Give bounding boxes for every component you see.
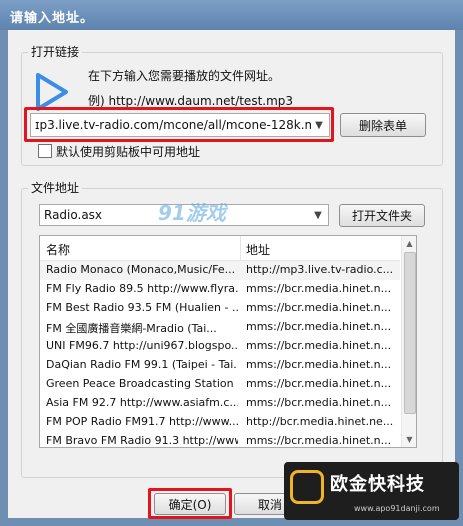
watermark-91youxi-text: 91游戏 — [158, 201, 226, 225]
file-address-group-label: 文件地址 — [28, 179, 83, 196]
chevron-down-icon[interactable]: ▼ — [311, 207, 325, 223]
logo-icon — [290, 470, 324, 504]
title-bar[interactable]: 请输入地址。 — [0, 0, 463, 30]
station-name: FM POP Radio FM91.7 http://www... — [46, 415, 238, 428]
station-address: mms://bcr.media.hinet.n... — [246, 358, 392, 371]
station-list[interactable]: 名称 地址 Radio Monaco (Monaco,Music/Fe... ht… — [39, 235, 417, 448]
watermark-text: 欧金快科技 — [330, 474, 425, 495]
station-name: UNI FM96.7 http://uni967.blogspo... — [46, 339, 238, 352]
station-name: Radio Monaco (Monaco,Music/Fe... — [46, 263, 236, 276]
list-item[interactable]: FM Bravo FM Radio 91.3 http://www... mms:… — [40, 432, 400, 447]
station-address: mms://bcr.media.hinet.n... — [246, 301, 392, 314]
station-name: FM Best Radio 93.5 FM (Hualien - ... — [46, 301, 238, 314]
open-folder-label: 打开文件夹 — [351, 209, 412, 223]
station-name: FM Fly Radio 89.5 http://www.flyra... — [46, 282, 238, 295]
clipboard-checkbox-label: 默认使用剪贴板中可用地址 — [56, 145, 201, 159]
play-icon — [36, 73, 68, 111]
ok-highlight-box — [148, 488, 232, 519]
station-address: http://bcr.media.hinet.ne... — [246, 415, 394, 428]
column-header-address[interactable]: 地址 — [246, 241, 270, 258]
list-item[interactable]: Asia FM 92.7 http://www.asiafm.c... mms:/… — [40, 394, 400, 413]
list-item[interactable]: FM 全國廣播音樂網-Mradio (Tai... mms://bcr.media… — [40, 318, 400, 337]
scroll-down-arrow-icon[interactable]: ▼ — [402, 432, 416, 447]
window-title: 请输入地址。 — [10, 11, 95, 26]
site-watermark-badge: 欧金快科技 www.apo91danji.com — [284, 462, 459, 520]
file-select-value: Radio.asx — [44, 208, 103, 222]
station-name: DaQian Radio FM 99.1 (Taipei - Tai... — [46, 358, 238, 371]
list-item[interactable]: UNI FM96.7 http://uni967.blogspo... mms:/… — [40, 337, 400, 356]
station-address: mms://bcr.media.hinet.n... — [246, 282, 392, 295]
list-item[interactable]: FM POP Radio FM91.7 http://www... http://… — [40, 413, 400, 432]
cancel-button-label: 取消 — [257, 497, 282, 512]
column-divider[interactable] — [240, 236, 241, 260]
url-highlight-box — [24, 107, 334, 142]
delete-form-label: 删除表单 — [358, 118, 407, 133]
station-name: Asia FM 92.7 http://www.asiafm.c... — [46, 396, 238, 409]
instruction-text: 在下方输入您需要播放的文件网址。 — [88, 69, 281, 83]
clipboard-checkbox[interactable] — [38, 144, 52, 158]
vertical-scrollbar[interactable]: ▲ ▼ — [401, 236, 416, 447]
list-item[interactable]: DaQian Radio FM 99.1 (Taipei - Tai... mms… — [40, 356, 400, 375]
list-item[interactable]: Radio Monaco (Monaco,Music/Fe... http://m… — [40, 261, 400, 280]
dialog-window: 请输入地址。 打开链接 在下方输入您需要播放的文件网址。 例) http://w… — [0, 0, 463, 526]
station-name: Green Peace Broadcasting Station ... — [46, 377, 238, 390]
dialog-body: 打开链接 在下方输入您需要播放的文件网址。 例) http://www.daum… — [8, 30, 455, 519]
station-address: mms://bcr.media.hinet.n... — [246, 434, 392, 447]
station-address: mms://bcr.media.hinet.n... — [246, 339, 392, 352]
open-link-group-label: 打开链接 — [28, 43, 83, 60]
list-item[interactable]: Green Peace Broadcasting Station ... mms:… — [40, 375, 400, 394]
station-name: FM 全國廣播音樂網-Mradio (Tai... — [46, 322, 217, 335]
open-folder-button[interactable]: 打开文件夹 — [339, 204, 425, 227]
station-address: http://mp3.live.tv-radio.c... — [246, 263, 394, 276]
scroll-up-arrow-icon[interactable]: ▲ — [402, 236, 416, 251]
watermark-91youxi: 91游戏 — [158, 197, 226, 226]
delete-form-button[interactable]: 删除表单 — [340, 113, 426, 137]
station-address: mms://bcr.media.hinet.n... — [246, 377, 392, 390]
scrollbar-thumb[interactable] — [404, 252, 416, 414]
list-item[interactable]: FM Fly Radio 89.5 http://www.flyra... mms… — [40, 280, 400, 299]
station-name: FM Bravo FM Radio 91.3 http://www... — [46, 434, 238, 447]
list-header: 名称 地址 — [40, 236, 400, 261]
watermark-url: www.apo91danji.com — [354, 504, 440, 513]
station-address: mms://bcr.media.hinet.n... — [246, 396, 392, 409]
station-address: mms://bcr.media.hinet.n... — [246, 320, 392, 333]
list-item[interactable]: FM Best Radio 93.5 FM (Hualien - ... mms:… — [40, 299, 400, 318]
column-header-name[interactable]: 名称 — [46, 241, 70, 258]
